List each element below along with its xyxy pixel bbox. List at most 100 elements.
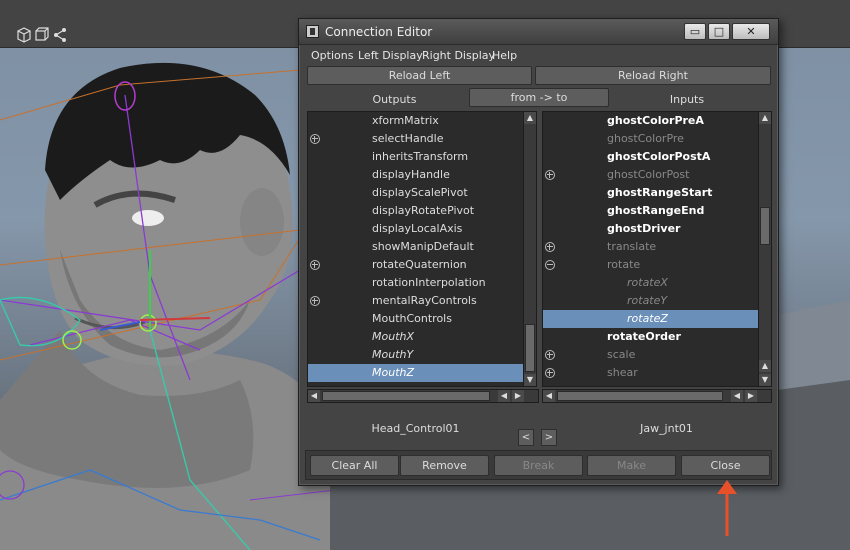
scroll-left-arrow-icon[interactable]: ◀ (308, 390, 320, 402)
attribute-row[interactable]: rotatePivot (543, 382, 758, 387)
scroll-thumb[interactable] (760, 207, 770, 245)
maya-app-icon (306, 25, 319, 38)
attribute-label: ghostColorPost (607, 168, 690, 181)
attribute-label: MouthX (372, 330, 415, 343)
plus-circle-icon[interactable] (310, 134, 320, 144)
attribute-label: ghostColorPostA (607, 150, 711, 163)
attribute-row[interactable]: ghostColorPre (543, 130, 758, 148)
attribute-row[interactable]: displayScalePivot (308, 184, 523, 202)
make-button[interactable]: Make (587, 455, 676, 476)
attribute-row[interactable]: ghostColorPost (543, 166, 758, 184)
attribute-row[interactable]: displayRotatePivot (308, 202, 523, 220)
attribute-label: MouthControls (372, 312, 452, 325)
attribute-label: rotateY (627, 294, 668, 307)
close-button[interactable]: Close (681, 455, 770, 476)
attribute-row[interactable]: ghostDriver (543, 220, 758, 238)
attribute-row[interactable]: rotateZ (543, 310, 758, 328)
clear-all-button[interactable]: Clear All (310, 455, 399, 476)
direction-toggle-button[interactable]: from -> to (469, 88, 609, 107)
attribute-row[interactable]: shear (543, 364, 758, 382)
right-vertical-scrollbar[interactable]: ▲ ▲ ▼ (758, 111, 772, 387)
attribute-label: inheritsTransform (372, 150, 469, 163)
cube-icon[interactable] (16, 27, 32, 43)
scroll-right-arrow-icon[interactable]: ▶ (512, 390, 524, 402)
attribute-row[interactable]: showManipDefault (308, 238, 523, 256)
attribute-row[interactable]: mentalRayControls (308, 292, 523, 310)
scroll-left-arrow-icon[interactable]: ◀ (543, 390, 555, 402)
share-nodes-icon[interactable] (52, 27, 68, 43)
attribute-row[interactable]: rotateOrder (543, 328, 758, 346)
plus-circle-icon[interactable] (310, 296, 320, 306)
attribute-row[interactable]: ghostRangeEnd (543, 202, 758, 220)
left-horizontal-scrollbar[interactable]: ◀ ◀ ▶ (307, 389, 539, 403)
attribute-label: ghostColorPreA (607, 114, 704, 127)
menu-right-display[interactable]: Right Display (422, 49, 495, 62)
scroll-down-arrow-icon[interactable]: ▼ (524, 374, 536, 386)
attribute-row[interactable]: inheritsTransform (308, 148, 523, 166)
scroll-up-arrow-icon[interactable]: ▲ (759, 112, 771, 124)
scroll-down-arrow-icon[interactable]: ▼ (759, 374, 771, 386)
left-vertical-scrollbar[interactable]: ▲ ▼ (523, 111, 537, 387)
attribute-row[interactable]: MouthControls (308, 310, 523, 328)
outputs-attribute-list[interactable]: xformMatrix selectHandle inheritsTransform… (307, 111, 524, 387)
window-title: Connection Editor (325, 25, 433, 39)
remove-button[interactable]: Remove (400, 455, 489, 476)
attribute-row[interactable]: xformMatrix (308, 112, 523, 130)
attribute-row[interactable]: MouthZ (308, 364, 523, 382)
attribute-label: MouthZ (372, 366, 415, 379)
attribute-row[interactable]: scale (543, 346, 758, 364)
attribute-row[interactable]: displayHandle (308, 166, 523, 184)
minimize-button[interactable]: ▭ (684, 23, 706, 40)
scroll-up-arrow-icon[interactable]: ▲ (524, 112, 536, 124)
maximize-button[interactable]: □ (708, 23, 730, 40)
reload-right-button[interactable]: Reload Right (535, 66, 771, 85)
attribute-label: ghostDriver (607, 222, 681, 235)
scroll-left-arrow-icon[interactable]: ◀ (498, 390, 510, 402)
attribute-row[interactable]: ghostColorPostA (543, 148, 758, 166)
plus-circle-icon[interactable] (545, 170, 555, 180)
attribute-label: rotateOrder (607, 330, 681, 343)
attribute-label: scale (607, 348, 636, 361)
next-node-button[interactable]: > (541, 429, 557, 446)
reload-left-button[interactable]: Reload Left (307, 66, 532, 85)
menu-options[interactable]: Options (311, 49, 353, 62)
scroll-left-arrow-icon[interactable]: ◀ (731, 390, 743, 402)
scroll-up-arrow-icon[interactable]: ▲ (759, 360, 771, 372)
scroll-thumb[interactable] (322, 391, 490, 401)
attribute-row[interactable]: rotateX (543, 274, 758, 292)
attribute-row[interactable]: rotateQuaternion (308, 256, 523, 274)
plus-circle-icon[interactable] (310, 260, 320, 270)
scroll-thumb[interactable] (557, 391, 723, 401)
attribute-row[interactable]: displayLocalAxis (308, 220, 523, 238)
attribute-row[interactable]: MouthX (308, 328, 523, 346)
cube-outline-icon[interactable] (34, 27, 50, 43)
inputs-attribute-list[interactable]: ghostColorPreA ghostColorPre ghostColorPos… (542, 111, 759, 387)
plus-circle-icon[interactable] (545, 350, 555, 360)
right-horizontal-scrollbar[interactable]: ◀ ◀ ▶ (542, 389, 772, 403)
title-bar[interactable]: Connection Editor ▭ □ ✕ (299, 19, 778, 45)
attribute-row[interactable]: translate (543, 238, 758, 256)
attribute-row[interactable]: rotateY (543, 292, 758, 310)
attribute-label: MouthY (372, 348, 414, 361)
attribute-row[interactable]: ghostRangeStart (543, 184, 758, 202)
plus-circle-icon[interactable] (545, 386, 555, 387)
previous-node-button[interactable]: < (518, 429, 534, 446)
connection-editor-window: Connection Editor ▭ □ ✕ Options Left Dis… (298, 18, 779, 486)
attribute-row[interactable]: selectHandle (308, 130, 523, 148)
attribute-row[interactable]: rotate (543, 256, 758, 274)
break-button[interactable]: Break (494, 455, 583, 476)
menu-left-display[interactable]: Left Display (358, 49, 423, 62)
attribute-label: displayRotatePivot (372, 204, 475, 217)
plus-circle-icon[interactable] (545, 242, 555, 252)
scroll-right-arrow-icon[interactable]: ▶ (745, 390, 757, 402)
plus-circle-icon[interactable] (545, 368, 555, 378)
minus-circle-icon[interactable] (545, 260, 555, 270)
attribute-row[interactable]: rotationInterpolation (308, 274, 523, 292)
attribute-label: selectHandle (372, 132, 444, 145)
attribute-row[interactable]: MouthY (308, 346, 523, 364)
scroll-thumb[interactable] (525, 324, 535, 372)
close-window-button[interactable]: ✕ (732, 23, 770, 40)
menu-help[interactable]: Help (492, 49, 517, 62)
attribute-label: ghostRangeEnd (607, 204, 705, 217)
attribute-row[interactable]: ghostColorPreA (543, 112, 758, 130)
